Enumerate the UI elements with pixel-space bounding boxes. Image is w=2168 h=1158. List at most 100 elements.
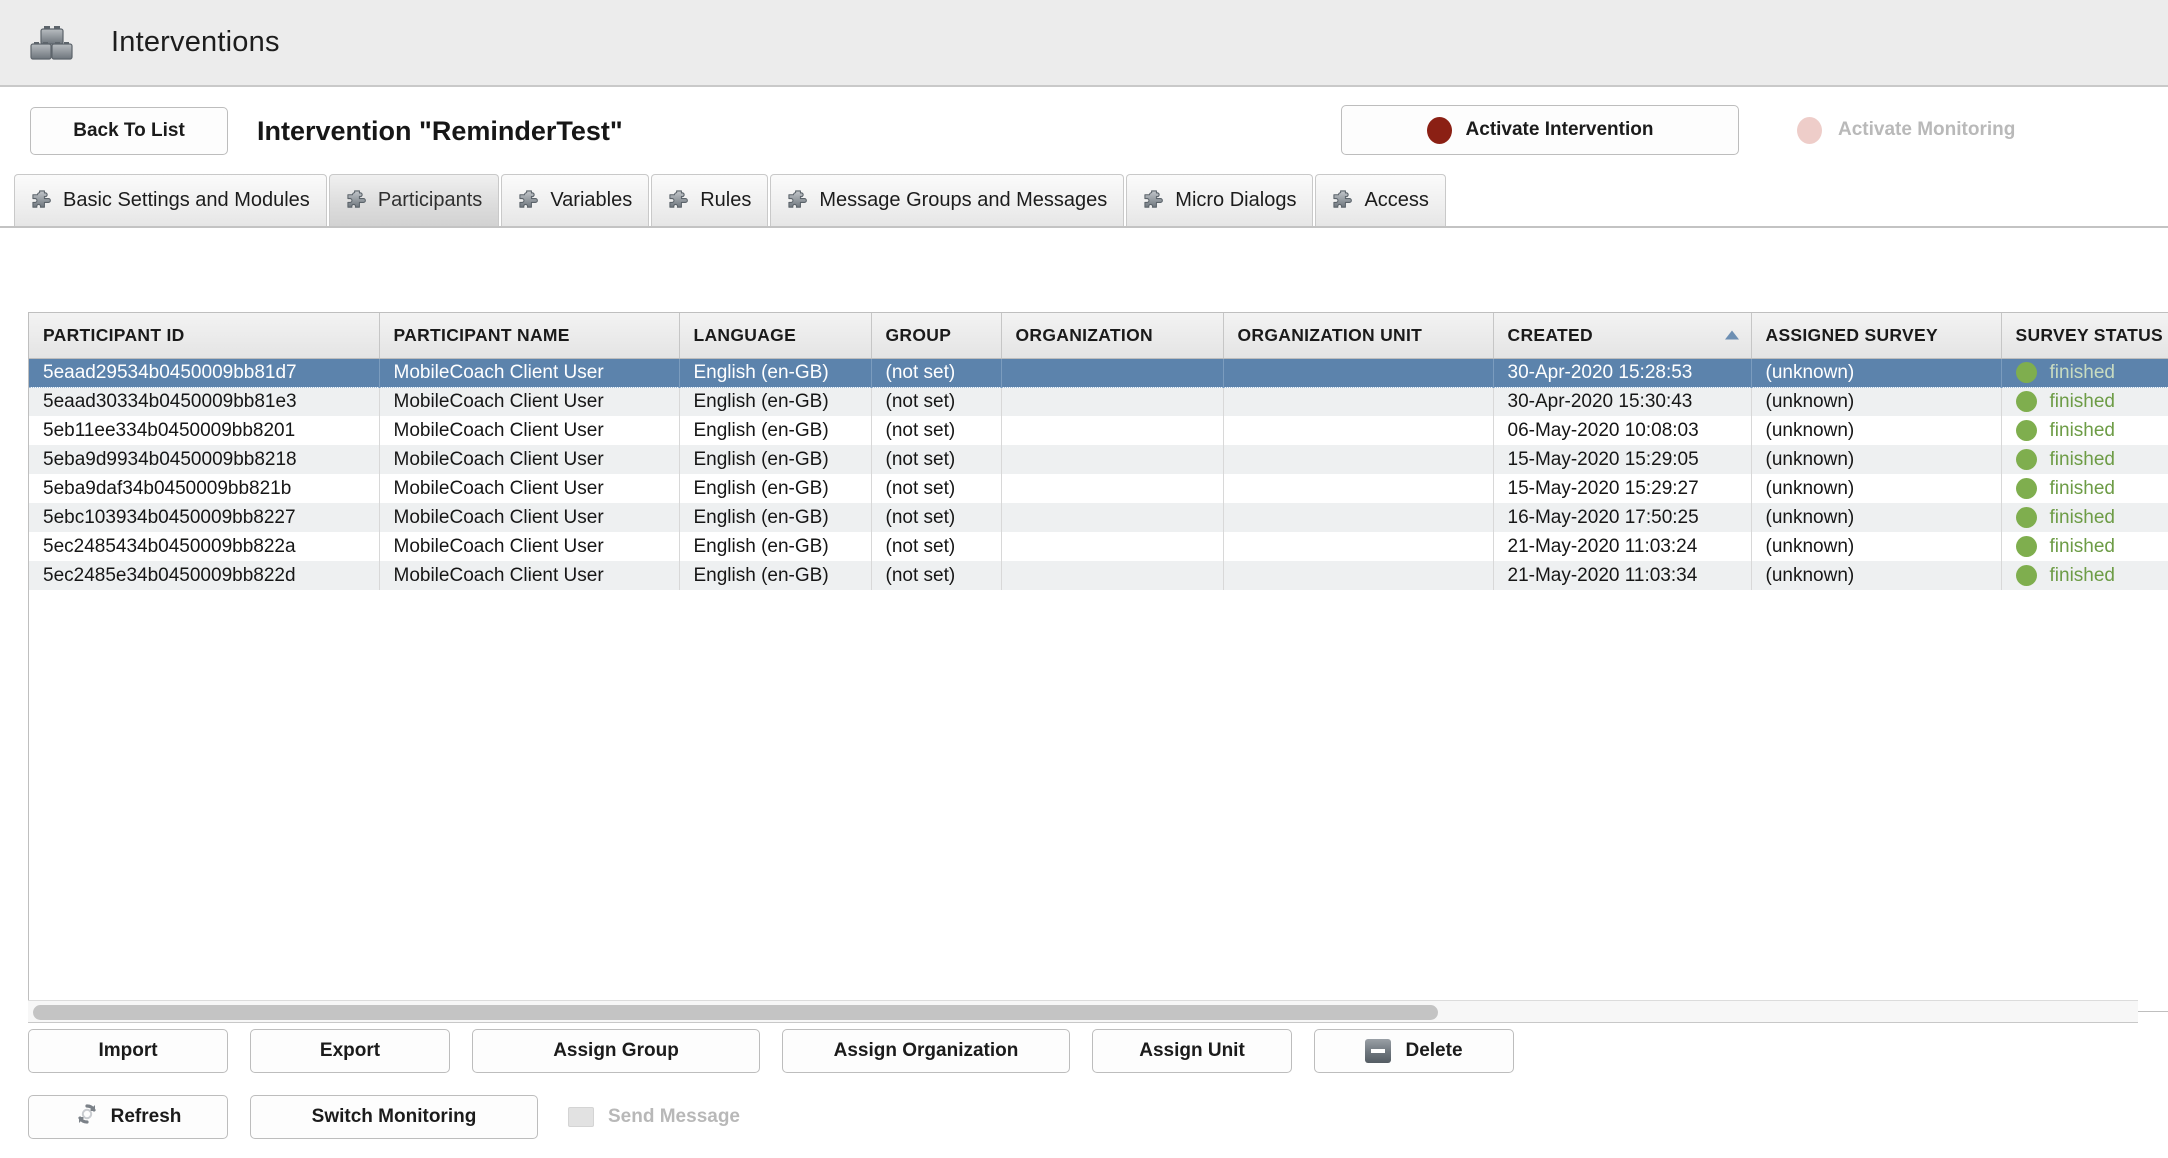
table-row[interactable]: 5ebc103934b0450009bb8227MobileCoach Clie…	[29, 503, 2168, 532]
tab-basic-settings-and-modules[interactable]: Basic Settings and Modules	[14, 174, 327, 226]
delete-button[interactable]: Delete	[1314, 1029, 1514, 1073]
column-header-language[interactable]: LANGUAGE	[679, 313, 871, 358]
table-row[interactable]: 5eba9d9934b0450009bb8218MobileCoach Clie…	[29, 445, 2168, 474]
horizontal-scrollbar-thumb[interactable]	[33, 1005, 1438, 1020]
cell-language: English (en-GB)	[679, 474, 871, 503]
column-header-participant-name[interactable]: PARTICIPANT NAME	[379, 313, 679, 358]
activate-monitoring-button[interactable]: Activate Monitoring	[1791, 116, 2021, 145]
horizontal-scrollbar-track[interactable]	[28, 1000, 2138, 1023]
cell-survey-status: finished	[2001, 532, 2168, 561]
puzzle-piece-icon	[31, 189, 54, 212]
status-badge: finished	[2050, 362, 2116, 384]
tab-label: Rules	[700, 189, 751, 212]
cell-survey-status: finished	[2001, 416, 2168, 445]
cell-organization	[1001, 532, 1223, 561]
activate-intervention-button[interactable]: Activate Intervention	[1341, 105, 1739, 155]
cell-participant-id: 5ec2485e34b0450009bb822d	[29, 561, 379, 590]
table-row[interactable]: 5eba9daf34b0450009bb821bMobileCoach Clie…	[29, 474, 2168, 503]
table-header: PARTICIPANT IDPARTICIPANT NAMELANGUAGE GR…	[29, 313, 2168, 358]
cell-group: (not set)	[871, 503, 1001, 532]
cell-participant-name: MobileCoach Client User	[379, 445, 679, 474]
cell-created: 15-May-2020 15:29:05	[1493, 445, 1751, 474]
column-header-participant-id[interactable]: PARTICIPANT ID	[29, 313, 379, 358]
table-row[interactable]: 5ec2485e34b0450009bb822dMobileCoach Clie…	[29, 561, 2168, 590]
tab-access[interactable]: Access	[1315, 174, 1445, 226]
tab-variables[interactable]: Variables	[501, 174, 649, 226]
cell-group: (not set)	[871, 474, 1001, 503]
minus-icon	[1365, 1039, 1391, 1063]
cell-language: English (en-GB)	[679, 532, 871, 561]
activation-controls: Activate Intervention Activate Monitorin…	[1341, 105, 2021, 155]
puzzle-piece-icon	[518, 189, 541, 212]
status-dot-icon	[2016, 420, 2037, 441]
cell-organization	[1001, 387, 1223, 416]
refresh-button[interactable]: Refresh	[28, 1095, 228, 1139]
column-header-created[interactable]: CREATED	[1493, 313, 1751, 358]
cell-group: (not set)	[871, 561, 1001, 590]
table-row[interactable]: 5eb11ee334b0450009bb8201MobileCoach Clie…	[29, 416, 2168, 445]
puzzle-piece-icon	[1143, 189, 1166, 212]
cell-organization	[1001, 445, 1223, 474]
tab-micro-dialogs[interactable]: Micro Dialogs	[1126, 174, 1313, 226]
cell-language: English (en-GB)	[679, 503, 871, 532]
status-badge: finished	[2050, 420, 2116, 442]
button-label: Assign Unit	[1139, 1040, 1245, 1062]
cell-organization-unit	[1223, 561, 1493, 590]
column-header-label: GROUP	[886, 325, 952, 345]
bulk-actions-row-1: Import Export Assign Group Assign Organizat…	[28, 1029, 1536, 1073]
switch-monitoring-button[interactable]: Switch Monitoring	[250, 1095, 538, 1139]
assign-unit-button[interactable]: Assign Unit	[1092, 1029, 1292, 1073]
assign-organization-button[interactable]: Assign Organization	[782, 1029, 1070, 1073]
cell-created: 30-Apr-2020 15:30:43	[1493, 387, 1751, 416]
cell-assigned-survey: (unknown)	[1751, 532, 2001, 561]
page-title: Intervention "ReminderTest"	[257, 116, 623, 147]
status-dot-icon	[2016, 565, 2037, 586]
app-title: Interventions	[111, 26, 280, 59]
cell-participant-id: 5ebc103934b0450009bb8227	[29, 503, 379, 532]
cell-language: English (en-GB)	[679, 561, 871, 590]
tab-label: Access	[1364, 189, 1428, 212]
assign-group-button[interactable]: Assign Group	[472, 1029, 760, 1073]
cell-participant-id: 5eba9d9934b0450009bb8218	[29, 445, 379, 474]
cell-survey-status: finished	[2001, 474, 2168, 503]
status-dot-icon	[2016, 449, 2037, 470]
cell-organization-unit	[1223, 445, 1493, 474]
column-header-survey-status[interactable]: SURVEY STATUS	[2001, 313, 2168, 358]
status-badge: finished	[2050, 565, 2116, 587]
cell-participant-id: 5eaad30334b0450009bb81e3	[29, 387, 379, 416]
cell-organization	[1001, 561, 1223, 590]
puzzle-piece-icon	[1332, 189, 1355, 212]
cell-organization	[1001, 474, 1223, 503]
column-header-label: ASSIGNED SURVEY	[1766, 325, 1938, 345]
cell-created: 21-May-2020 11:03:34	[1493, 561, 1751, 590]
table-row[interactable]: 5ec2485434b0450009bb822aMobileCoach Clie…	[29, 532, 2168, 561]
participants-table: PARTICIPANT IDPARTICIPANT NAMELANGUAGE GR…	[29, 313, 2168, 590]
tab-rules[interactable]: Rules	[651, 174, 768, 226]
column-header-organization-unit[interactable]: ORGANIZATION UNIT	[1223, 313, 1493, 358]
status-dot-icon	[2016, 362, 2037, 383]
tab-label: Participants	[378, 189, 483, 212]
export-button[interactable]: Export	[250, 1029, 450, 1073]
column-header-organization[interactable]: ORGANIZATION	[1001, 313, 1223, 358]
cell-participant-id: 5eb11ee334b0450009bb8201	[29, 416, 379, 445]
puzzle-piece-icon	[346, 189, 369, 212]
cell-group: (not set)	[871, 532, 1001, 561]
cell-language: English (en-GB)	[679, 445, 871, 474]
cell-survey-status: finished	[2001, 358, 2168, 387]
table-row[interactable]: 5eaad29534b0450009bb81d7MobileCoach Clie…	[29, 358, 2168, 387]
import-button[interactable]: Import	[28, 1029, 228, 1073]
table-row[interactable]: 5eaad30334b0450009bb81e3MobileCoach Clie…	[29, 387, 2168, 416]
back-to-list-button[interactable]: Back To List	[30, 107, 228, 155]
tab-message-groups-and-messages[interactable]: Message Groups and Messages	[770, 174, 1124, 226]
bricks-icon	[28, 20, 74, 66]
bulk-actions-row-2: RefreshSwitch MonitoringSend Message	[28, 1095, 740, 1139]
activate-intervention-label: Activate Intervention	[1466, 119, 1654, 141]
column-header-assigned-survey[interactable]: ASSIGNED SURVEY	[1751, 313, 2001, 358]
status-dot-icon	[2016, 536, 2037, 557]
button-label: Import	[98, 1040, 157, 1062]
cell-language: English (en-GB)	[679, 358, 871, 387]
cell-assigned-survey: (unknown)	[1751, 445, 2001, 474]
column-header-group[interactable]: GROUP	[871, 313, 1001, 358]
tab-participants[interactable]: Participants	[329, 174, 500, 226]
cell-created: 21-May-2020 11:03:24	[1493, 532, 1751, 561]
